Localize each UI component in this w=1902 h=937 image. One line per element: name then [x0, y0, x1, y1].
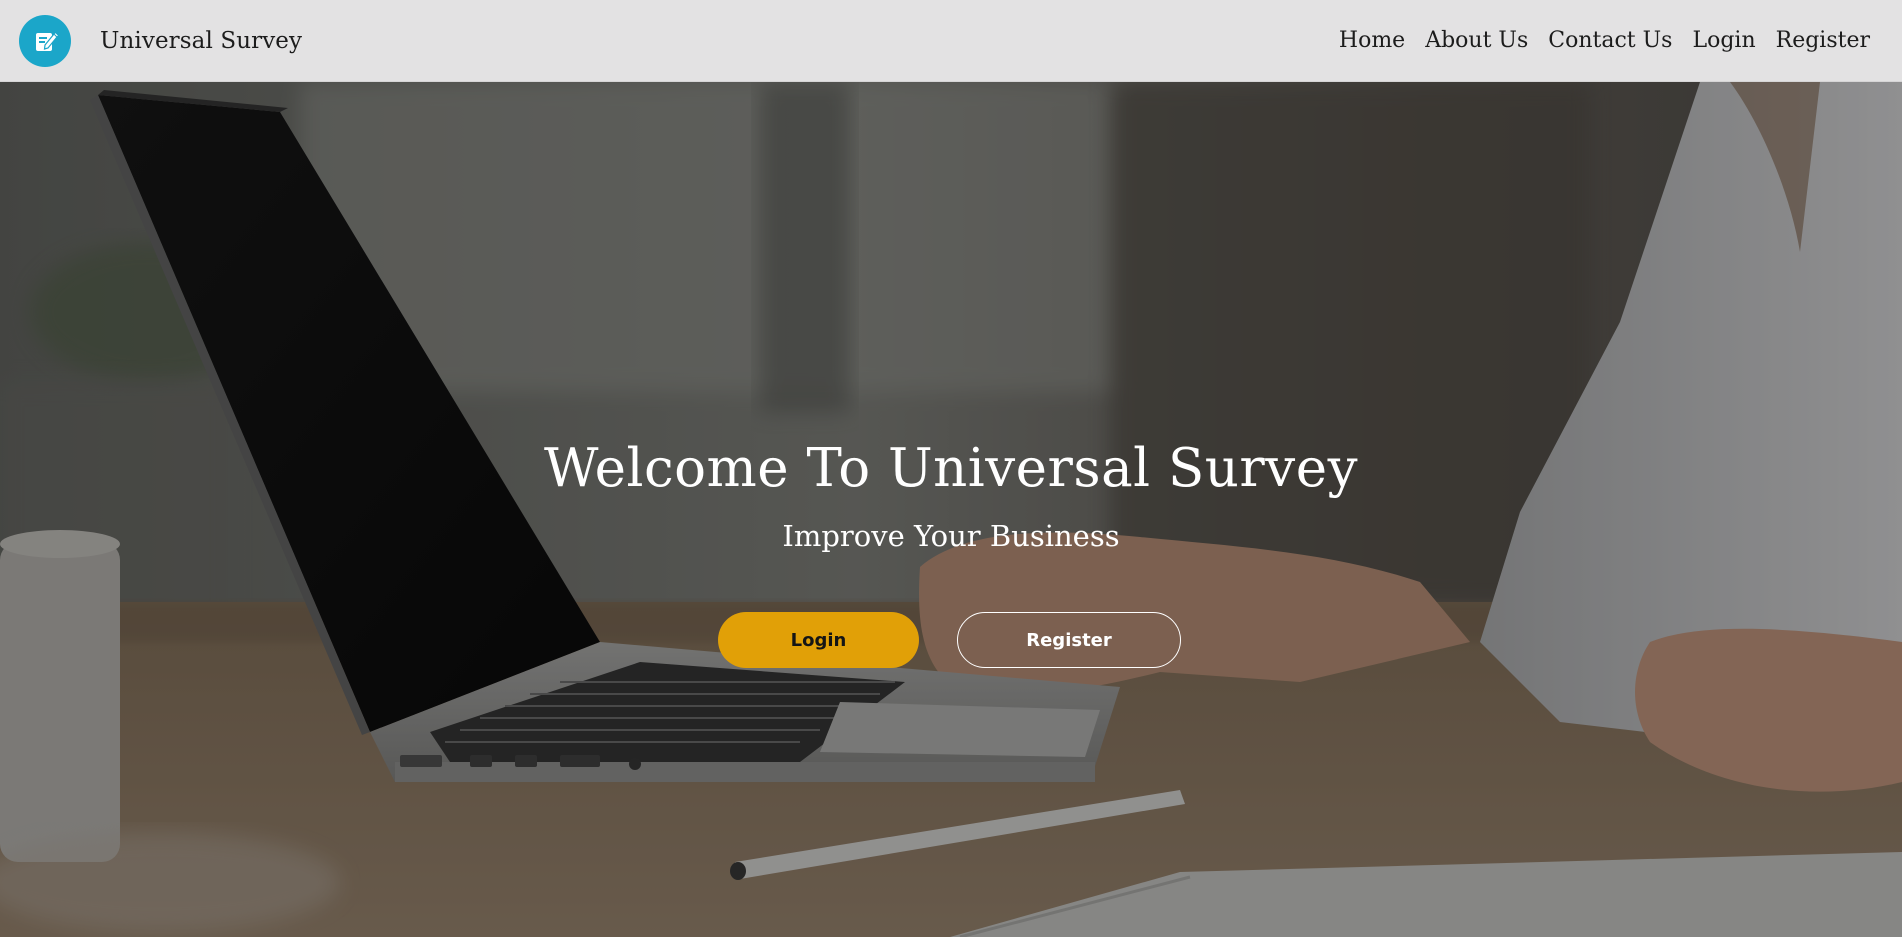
brand-link[interactable]: Universal Survey: [19, 14, 303, 67]
edit-note-icon: [19, 14, 71, 67]
nav-about-us-link[interactable]: About Us: [1425, 28, 1528, 53]
brand-name: Universal Survey: [100, 27, 303, 54]
main-nav: Home About Us Contact Us Login Register: [1339, 28, 1870, 53]
hero-button-group: Login Register: [718, 612, 1181, 668]
nav-register-link[interactable]: Register: [1776, 28, 1870, 53]
nav-contact-us-link[interactable]: Contact Us: [1548, 28, 1672, 53]
landing-page: Universal Survey Home About Us Contact U…: [0, 0, 1902, 937]
hero-title: Welcome To Universal Survey: [543, 438, 1359, 499]
hero-dark-overlay: [0, 82, 1902, 937]
nav-login-link[interactable]: Login: [1692, 28, 1755, 53]
top-navbar: Universal Survey Home About Us Contact U…: [0, 0, 1902, 82]
hero-section: Welcome To Universal Survey Improve Your…: [0, 82, 1902, 937]
hero-login-button[interactable]: Login: [718, 612, 919, 668]
hero-subtitle: Improve Your Business: [782, 519, 1120, 553]
nav-home-link[interactable]: Home: [1339, 28, 1405, 53]
hero-register-button[interactable]: Register: [957, 612, 1181, 668]
